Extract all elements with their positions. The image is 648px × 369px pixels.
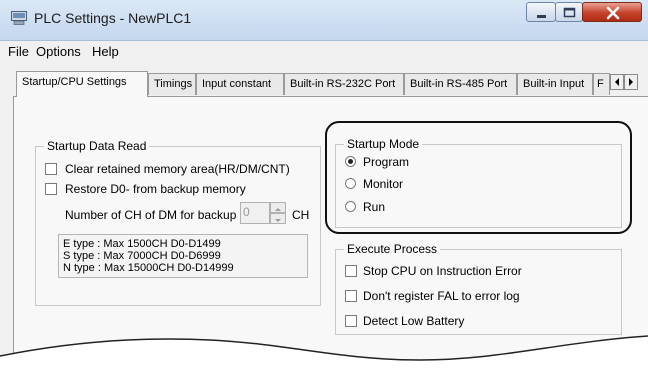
stepper-up-button[interactable] bbox=[270, 202, 286, 213]
tab-label: Built-in RS-232C Port bbox=[290, 78, 396, 90]
clear-retained-memory-label: Clear retained memory area(HR/DM/CNT) bbox=[65, 162, 290, 176]
dont-register-fal-label: Don't register FAL to error log bbox=[363, 289, 520, 303]
stop-cpu-checkbox[interactable] bbox=[345, 265, 357, 277]
radio-run-label: Run bbox=[363, 200, 386, 214]
tab-label: Startup/CPU Settings bbox=[22, 76, 127, 88]
menu-file[interactable]: File bbox=[8, 44, 29, 59]
plc-app-icon bbox=[11, 11, 27, 25]
tab-startup-cpu-settings[interactable]: Startup/CPU Settings bbox=[16, 71, 148, 97]
backup-ch-stepper bbox=[270, 202, 286, 224]
arrow-right-icon bbox=[629, 78, 633, 86]
backup-ch-unit: CH bbox=[292, 208, 310, 222]
arrow-left-icon bbox=[615, 78, 619, 86]
stop-cpu-label: Stop CPU on Instruction Error bbox=[363, 264, 522, 278]
close-button[interactable] bbox=[582, 2, 642, 22]
radio-monitor-label: Monitor bbox=[363, 177, 404, 191]
tab-timings[interactable]: Timings bbox=[148, 73, 196, 95]
spin-down-icon bbox=[275, 219, 281, 222]
stepper-down-button[interactable] bbox=[270, 213, 286, 224]
tab-builtin-rs485-port[interactable]: Built-in RS-485 Port bbox=[404, 73, 517, 95]
radio-monitor[interactable] bbox=[345, 178, 356, 189]
minimize-button[interactable] bbox=[526, 2, 556, 22]
radio-run[interactable] bbox=[345, 201, 356, 212]
info-line-n-type: N type : Max 15000CH D0-D14999 bbox=[63, 262, 234, 274]
radio-selected-dot bbox=[348, 159, 353, 164]
maximize-button[interactable] bbox=[555, 2, 583, 22]
startup-mode-legend: Startup Mode bbox=[344, 137, 423, 151]
info-line-s-type: S type : Max 7000CH D0-D6999 bbox=[63, 250, 221, 262]
close-icon bbox=[606, 6, 620, 20]
tab-label: Built-in RS-485 Port bbox=[410, 78, 508, 90]
menu-bar: File Options Help bbox=[0, 41, 648, 63]
plc-settings-window: PLC Settings - NewPLC1 File Options Help… bbox=[0, 0, 648, 369]
tab-builtin-input[interactable]: Built-in Input bbox=[517, 73, 593, 95]
menu-options[interactable]: Options bbox=[36, 44, 81, 59]
radio-program-label: Program bbox=[363, 155, 410, 169]
window-title: PLC Settings - NewPLC1 bbox=[34, 10, 192, 26]
tab-scroll-right-button[interactable] bbox=[624, 74, 638, 90]
tab-scroll-buttons bbox=[610, 74, 638, 90]
detect-low-battery-label: Detect Low Battery bbox=[363, 314, 465, 328]
backup-ch-input[interactable]: 0 bbox=[240, 202, 270, 224]
tab-input-constant[interactable]: Input constant bbox=[196, 73, 284, 95]
title-bar[interactable]: PLC Settings - NewPLC1 bbox=[0, 0, 648, 41]
radio-program[interactable] bbox=[345, 156, 356, 167]
restore-d0-label: Restore D0- from backup memory bbox=[65, 182, 246, 196]
tab-truncated[interactable]: F bbox=[593, 73, 610, 95]
startup-data-read-legend: Startup Data Read bbox=[44, 139, 150, 153]
backup-ch-label: Number of CH of DM for backup bbox=[65, 208, 237, 222]
dont-register-fal-checkbox[interactable] bbox=[345, 290, 357, 302]
tab-builtin-rs232c-port[interactable]: Built-in RS-232C Port bbox=[284, 73, 404, 95]
menu-help[interactable]: Help bbox=[92, 44, 119, 59]
torn-edge-overlay bbox=[0, 335, 648, 369]
tab-label: Built-in Input bbox=[523, 78, 585, 90]
minimize-icon bbox=[537, 15, 546, 18]
maximize-icon bbox=[563, 7, 576, 18]
tab-scroll-left-button[interactable] bbox=[610, 74, 624, 90]
detect-low-battery-checkbox[interactable] bbox=[345, 315, 357, 327]
type-info-box: E type : Max 1500CH D0-D1499 S type : Ma… bbox=[58, 234, 308, 278]
execute-process-legend: Execute Process bbox=[344, 242, 441, 256]
info-line-e-type: E type : Max 1500CH D0-D1499 bbox=[63, 238, 221, 250]
tab-label: F bbox=[597, 78, 604, 90]
tab-label: Timings bbox=[154, 78, 193, 90]
tab-label: Input constant bbox=[202, 78, 272, 90]
restore-d0-checkbox[interactable] bbox=[45, 183, 57, 195]
clear-retained-memory-checkbox[interactable] bbox=[45, 163, 57, 175]
